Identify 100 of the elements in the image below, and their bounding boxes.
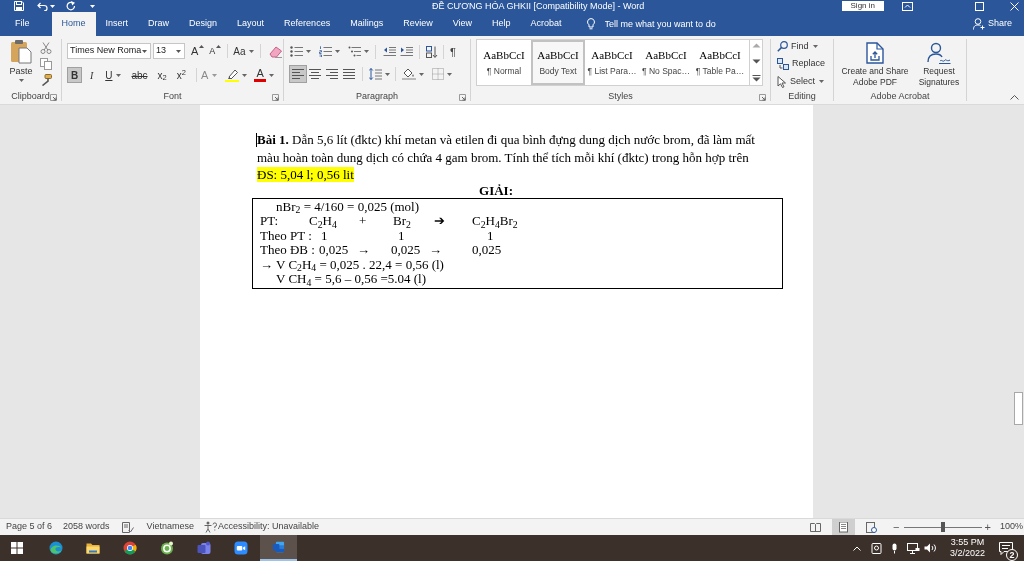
scrollbar-thumb[interactable] [1014, 392, 1023, 425]
numbered-list-icon[interactable] [319, 46, 332, 57]
speaker-icon[interactable] [923, 543, 936, 553]
ribbon-options-icon[interactable] [902, 1, 913, 11]
italic-button[interactable]: I [84, 67, 100, 83]
ribbon-tab[interactable]: Mailings [340, 12, 394, 36]
print-layout-icon[interactable] [832, 519, 856, 535]
paste-button[interactable]: Paste [6, 39, 36, 90]
multilevel-list-icon[interactable] [348, 46, 361, 57]
dialog-launcher-icon[interactable] [459, 93, 466, 101]
dialog-launcher-icon[interactable] [272, 93, 279, 101]
scroll-down-icon[interactable] [751, 59, 761, 64]
caret-icon[interactable] [242, 73, 248, 77]
underline-button[interactable]: U [101, 67, 126, 83]
ribbon-tab[interactable]: Acrobat [520, 12, 572, 36]
strikethrough-button[interactable]: abc [127, 67, 152, 83]
caret-icon[interactable] [18, 79, 24, 82]
close-icon[interactable] [1010, 1, 1019, 11]
shrink-font-button[interactable]: A [209, 45, 222, 57]
ribbon-tab[interactable]: Draw [138, 12, 180, 36]
document-icon[interactable] [259, 535, 297, 561]
increase-indent-icon[interactable] [400, 46, 413, 57]
tell-me-field[interactable]: Tell me what you want to do [604, 16, 727, 32]
caret-icon[interactable] [142, 49, 147, 53]
caret-icon[interactable] [419, 72, 424, 76]
sign-in-button[interactable]: Sign in [841, 1, 884, 11]
collapse-ribbon-icon[interactable] [1010, 95, 1019, 100]
swirl-icon[interactable] [49, 541, 63, 555]
caret-icon[interactable] [447, 72, 452, 76]
show-marks-button[interactable]: ¶ [450, 45, 456, 58]
ribbon-tab[interactable]: Home [51, 12, 96, 36]
ribbon-tab[interactable]: Insert [95, 12, 139, 36]
zoom-slider-thumb[interactable] [940, 522, 945, 532]
gallery-more-icon[interactable] [751, 75, 761, 82]
caret-icon[interactable] [819, 80, 824, 83]
find-button[interactable]: Find [777, 39, 818, 54]
people-tile-icon[interactable] [197, 541, 211, 555]
taskbar-clock[interactable]: 3:55 PM 3/2/2022 [949, 537, 985, 559]
network-icon[interactable] [906, 542, 920, 554]
paintbrush-icon[interactable] [40, 74, 52, 86]
start-icon[interactable] [11, 542, 23, 554]
page-count[interactable]: Page 5 of 6 [6, 520, 53, 534]
style-item[interactable]: AaBbCcI Body Text [531, 40, 585, 85]
bold-button[interactable]: B [67, 67, 83, 83]
maximize-icon[interactable] [975, 1, 984, 11]
sort-icon[interactable] [426, 45, 438, 58]
scissors-icon[interactable] [40, 42, 52, 54]
eraser-icon[interactable] [268, 44, 283, 58]
ribbon-tab[interactable]: Help [482, 12, 521, 36]
copy-icon[interactable] [40, 58, 52, 70]
font-name-field[interactable]: Times New Roma [67, 43, 151, 59]
caret-icon[interactable] [812, 45, 818, 48]
dialog-launcher-icon[interactable] [50, 93, 57, 101]
superscript-button[interactable]: x$^{2}$ [172, 67, 190, 83]
save-icon[interactable] [14, 1, 24, 11]
ribbon-tab[interactable]: File [5, 12, 40, 36]
undo-icon[interactable] [37, 1, 48, 11]
highlighter-icon[interactable] [225, 68, 240, 82]
align-right-icon[interactable] [324, 66, 340, 82]
caret-icon[interactable] [176, 49, 181, 53]
caret-icon[interactable] [335, 50, 340, 53]
style-item[interactable]: AaBbCcI ¶ No Spac… [639, 40, 693, 85]
bulleted-list-icon[interactable] [290, 46, 303, 57]
microphone-icon[interactable] [890, 542, 898, 554]
web-layout-icon[interactable] [866, 521, 878, 533]
create-pdf-button[interactable]: Create and Share Adobe PDF [838, 42, 912, 88]
disc-icon[interactable] [160, 541, 174, 555]
subscript-button[interactable]: x$_{2}$ [153, 67, 171, 83]
grow-font-button[interactable]: A [191, 45, 205, 57]
align-left-icon[interactable] [290, 66, 306, 82]
word-count[interactable]: 2058 words [63, 520, 110, 534]
proofing-icon[interactable] [121, 521, 134, 533]
ribbon-tab[interactable]: Design [179, 12, 228, 36]
replace-button[interactable]: Replace [777, 56, 826, 72]
zoom-in-button[interactable]: + [984, 521, 991, 533]
line-spacing-icon[interactable] [369, 68, 382, 80]
ring-icon[interactable] [123, 541, 137, 555]
ribbon-tab[interactable]: References [274, 12, 341, 36]
ribbon-tab[interactable]: Layout [227, 12, 275, 36]
caret-icon[interactable] [364, 50, 369, 53]
redo-icon[interactable] [66, 1, 76, 11]
chevron-up-icon[interactable] [852, 545, 861, 551]
zoom-out-button[interactable]: − [893, 521, 900, 533]
dialog-launcher-icon[interactable] [759, 93, 766, 101]
zoom-slider[interactable] [903, 522, 982, 532]
paint-bucket-icon[interactable] [402, 68, 416, 80]
read-mode-icon[interactable] [810, 521, 822, 533]
caret-icon[interactable] [248, 49, 254, 53]
select-button[interactable]: Select [777, 74, 824, 89]
zoom-level[interactable]: 100% [999, 520, 1023, 534]
ribbon-tab[interactable]: Review [393, 12, 443, 36]
align-center-icon[interactable] [307, 66, 323, 82]
change-case-button[interactable]: Aa [233, 43, 254, 59]
webcam-icon[interactable] [870, 542, 882, 554]
style-item[interactable]: AaBbCcI ¶ Table Pa… [693, 40, 747, 85]
request-signatures-button[interactable]: Request Signatures [916, 42, 962, 88]
caret-icon[interactable] [385, 72, 390, 76]
style-item[interactable]: AaBbCcI ¶ Normal [477, 40, 531, 85]
share-button[interactable]: Share [972, 12, 1012, 36]
caret-icon[interactable] [269, 73, 275, 77]
